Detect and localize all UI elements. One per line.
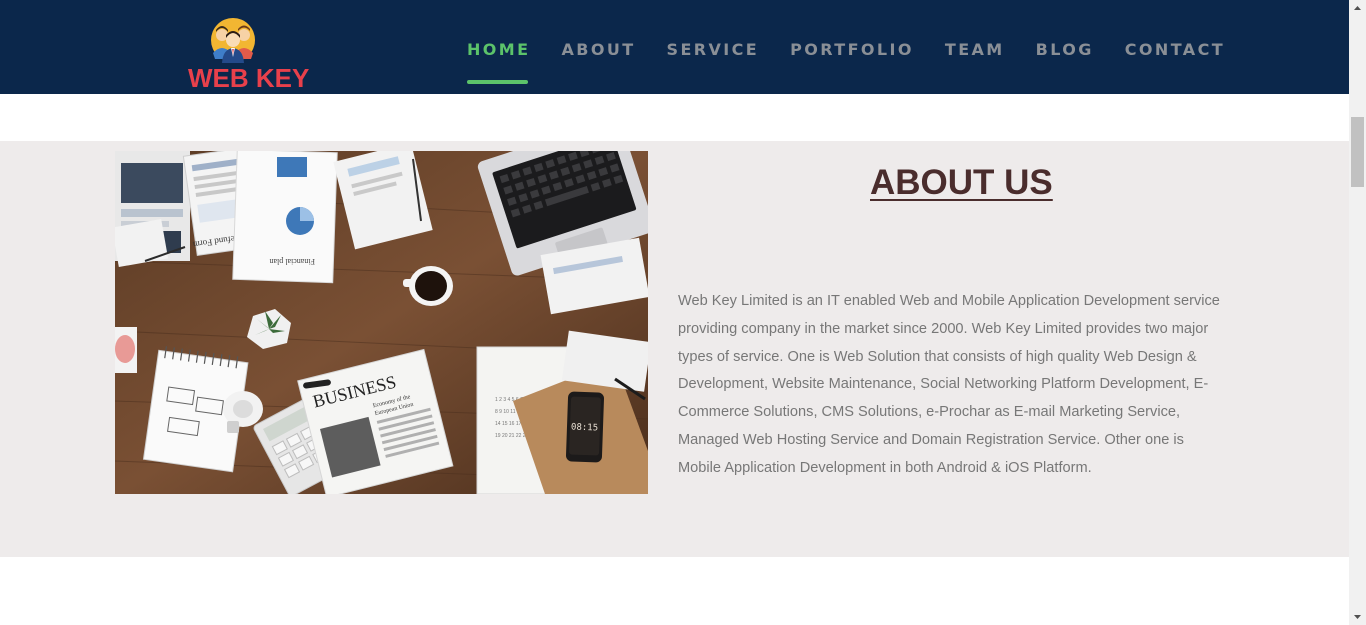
nav-item-contact[interactable]: CONTACT (1125, 0, 1225, 94)
about-photo: Tax Refund Form Financial plan BUSINESS … (115, 151, 648, 494)
vertical-scrollbar[interactable] (1349, 0, 1366, 625)
brand-logo[interactable]: WEB KEY (186, 14, 309, 93)
office-desk-photo: Tax Refund Form Financial plan BUSINESS … (115, 151, 648, 494)
about-description: Web Key Limited is an IT enabled Web and… (678, 293, 1220, 476)
nav-item-service[interactable]: SERVICE (667, 0, 760, 94)
scroll-down-arrow-icon[interactable] (1349, 608, 1366, 625)
top-navbar: WEB KEY HOME ABOUT SERVICE PORTFOLIO TEA… (0, 0, 1349, 94)
page: WEB KEY HOME ABOUT SERVICE PORTFOLIO TEA… (0, 0, 1366, 625)
team-people-icon (211, 18, 255, 63)
nav-item-home[interactable]: HOME (467, 0, 530, 94)
nav-item-portfolio[interactable]: PORTFOLIO (790, 0, 914, 94)
svg-text:08:15: 08:15 (571, 423, 598, 434)
brand-name: WEB KEY (188, 63, 310, 93)
main-nav: HOME ABOUT SERVICE PORTFOLIO TEAM BLOG C… (467, 0, 1256, 94)
svg-text:19 20 21 22 23: 19 20 21 22 23 (495, 433, 529, 439)
about-title: ABOUT US (870, 163, 1053, 202)
page-content: WEB KEY HOME ABOUT SERVICE PORTFOLIO TEA… (0, 0, 1349, 625)
about-section: Tax Refund Form Financial plan BUSINESS … (0, 141, 1349, 557)
scrollbar-thumb[interactable] (1351, 117, 1364, 187)
svg-text:Financial plan: Financial plan (269, 257, 315, 266)
nav-item-team[interactable]: TEAM (945, 0, 1005, 94)
nav-item-about[interactable]: ABOUT (561, 0, 635, 94)
scroll-up-arrow-icon[interactable] (1349, 0, 1366, 17)
nav-item-blog[interactable]: BLOG (1036, 0, 1094, 94)
